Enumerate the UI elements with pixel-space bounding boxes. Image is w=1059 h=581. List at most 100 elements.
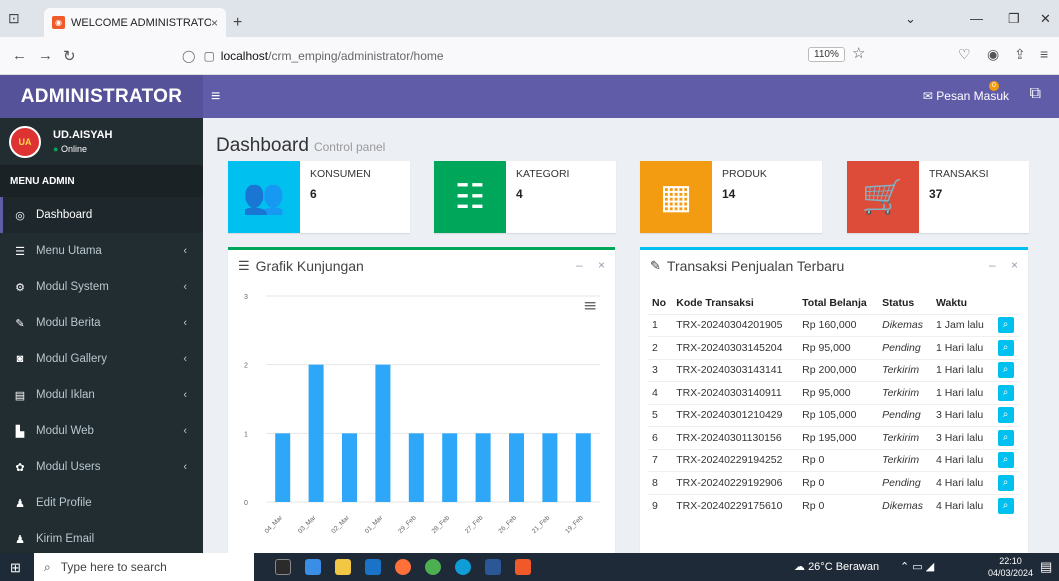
sidebar-menu: ◎ Dashboard ☰ Menu Utama ‹ ⚙ Modul System ‹ ✎ Mod… [0,197,203,557]
view-detail-button[interactable]: ⌕ [997,429,1014,446]
chevron-up-icon: ⌃ [900,561,910,573]
chart-bar [308,364,324,502]
x-tick-label: 02_Mar [330,514,351,535]
sidebar-item-modul-iklan[interactable]: ▤ Modul Iklan ‹ [0,377,203,413]
sidebar-toggle-icon[interactable]: ≡ [211,88,220,106]
close-box-button[interactable]: × [1011,258,1018,272]
app-logo[interactable]: ADMINISTRATOR [0,75,203,118]
user-icon: ♟ [15,497,25,510]
sidebar-item-kirim-email[interactable]: ♟ Kirim Email [0,521,203,557]
transaction-time: 4 Hari lalu [931,448,994,472]
messages-link[interactable]: ✉ Pesan Masuk [923,89,1009,103]
url-path: /crm_emping/administrator/home [268,49,444,63]
app-icon[interactable] [305,559,321,575]
sidebar-item-label: Modul Iklan [36,389,95,401]
tab-close-icon[interactable]: × [211,16,218,30]
minimize-icon[interactable]: — [970,11,983,26]
mail-icon[interactable] [365,559,381,575]
external-link-icon[interactable]: ⧉ [1030,85,1041,103]
extensions-icon[interactable]: ⇪ [1014,46,1026,63]
url-field[interactable]: ◯ ▢ localhost/crm_emping/administrator/h… [182,43,862,69]
menu-icon[interactable]: ≡ [1040,46,1048,62]
row-number: 6 [648,426,673,449]
chevron-left-icon: ‹ [183,281,187,293]
clock-time: 22:10 [999,556,1022,566]
xampp-icon[interactable] [515,559,531,575]
reload-icon[interactable]: ↻ [63,47,76,65]
x-tick-label: 01_Mar [364,514,385,535]
x-tick-label: 26_Feb [497,514,518,535]
back-icon[interactable]: ← [12,47,27,64]
forward-icon[interactable]: → [38,47,53,64]
minimize-box-button[interactable]: – [576,258,583,272]
camera-icon: ◙ [16,353,24,365]
minimize-box-button[interactable]: – [989,258,996,272]
file-explorer-icon[interactable] [335,559,351,575]
weather-widget[interactable]: ☁ 26°C Berawan [794,560,879,573]
chart-bar [342,433,357,502]
transaction-status: Pending [878,403,932,427]
view-cell: ⌕ [993,426,1020,449]
bookmark-star-icon[interactable]: ☆ [852,44,865,62]
sidebar-item-modul-gallery[interactable]: ◙ Modul Gallery ‹ [0,341,203,377]
view-cell: ⌕ [993,313,1020,337]
view-detail-button[interactable]: ⌕ [997,497,1014,514]
chrome-icon[interactable] [425,559,441,575]
chart-bar [475,433,491,502]
gear-icon: ✿ [15,461,25,474]
account-icon[interactable]: ◉ [987,46,999,63]
transactions-box: ✎ Transaksi Penjualan Terbaru – × No Kode… [640,247,1028,553]
x-tick-label: 28_Feb [431,514,452,535]
taskbar-search[interactable]: ⌕ Type here to search [34,553,254,581]
close-box-button[interactable]: × [598,258,605,272]
view-detail-button[interactable]: ⌕ [997,407,1014,424]
view-detail-button[interactable]: ⌕ [997,362,1014,379]
sidebar-item-label: Modul Berita [36,317,101,329]
shield-icon: ◯ [182,49,196,63]
sidebar-item-label: Edit Profile [36,497,92,509]
word-icon[interactable] [485,559,501,575]
zoom-level[interactable]: 110% [808,47,845,62]
view-detail-button[interactable]: ⌕ [997,474,1014,491]
sidebar-item-label: Modul Gallery [36,353,107,365]
view-cell: ⌕ [993,448,1020,472]
clock[interactable]: 22:10 04/03/2024 [988,555,1033,579]
info-box-value: 37 [929,187,943,201]
y-tick-label: 2 [244,363,248,370]
pocket-icon[interactable]: ♡ [958,46,971,63]
sidebar-item-dashboard[interactable]: ◎ Dashboard [0,197,203,233]
windows-start-icon[interactable]: ⊞ [10,560,21,576]
table-row: 6 TRX-20240301130156 Rp 195,000 Terkirim 3 H… [648,426,1020,449]
sidebar-item-label: Menu Utama [36,245,102,257]
sidebar-item-modul-users[interactable]: ✿ Modul Users ‹ [0,449,203,485]
view-detail-button[interactable]: ⌕ [997,452,1014,469]
system-tray[interactable]: ⌃ ▭ ◢ [900,560,934,573]
firefox-icon[interactable] [395,559,411,575]
restore-icon[interactable]: ❐ [1008,11,1020,27]
newspaper-icon: ▤ [14,389,26,402]
edge-icon[interactable] [455,559,471,575]
sidebar-item-modul-web[interactable]: ▙ Modul Web ‹ [0,413,203,449]
chart-menu-icon[interactable]: ≡ [583,296,597,316]
chart-box: ☰ Grafik Kunjungan – × 0 1 2 3 04_Mar 03_Mar 0… [228,247,615,553]
window-close-icon[interactable]: ✕ [1040,11,1051,27]
sidebar-item-modul-berita[interactable]: ✎ Modul Berita ‹ [0,305,203,341]
sidebar-item-menu-utama[interactable]: ☰ Menu Utama ‹ [0,233,203,269]
view-detail-button[interactable]: ⌕ [997,384,1014,401]
sidebar-item-modul-system[interactable]: ⚙ Modul System ‹ [0,269,203,305]
browser-tab[interactable]: ◉ WELCOME ADMINISTRATOR × [44,8,226,37]
notification-icon[interactable]: ▤ [1040,559,1052,575]
view-detail-button[interactable]: ⌕ [997,339,1014,356]
tab-list-icon[interactable]: ⊡ [8,10,20,27]
search-icon: ⌕ [1002,386,1009,398]
x-tick-label: 21_Feb [531,514,552,535]
chart-bar [575,433,591,502]
sidebar-item-label: Dashboard [36,209,93,221]
task-view-icon[interactable] [275,559,291,575]
transaction-time: 1 Hari lalu [931,358,994,382]
view-detail-button[interactable]: ⌕ [997,317,1014,334]
column-header: Status [882,296,915,309]
new-tab-button[interactable]: + [233,14,242,32]
chevron-down-icon[interactable]: ⌄ [905,11,916,27]
sidebar-item-edit-profile[interactable]: ♟ Edit Profile [0,485,203,521]
